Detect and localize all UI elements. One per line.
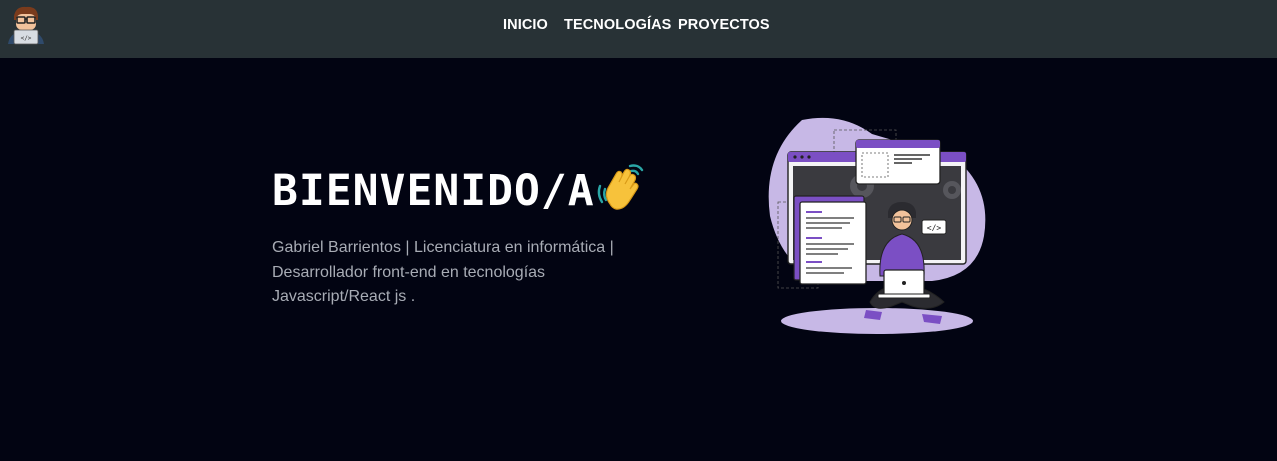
nav-link-tecnologias[interactable]: TECNOLOGÍAS (564, 17, 671, 33)
nav-link-inicio[interactable]: INICIO (503, 17, 548, 33)
hero-description: Gabriel Barrientos | Licenciatura en inf… (272, 239, 614, 305)
main-nav: INICIO TECNOLOGÍAS PROYECTOS (0, 0, 1277, 52)
developer-laptop-illustration: </> (762, 116, 992, 338)
waving-hand-icon (594, 160, 650, 216)
nav-link-proyectos[interactable]: PROYECTOS (678, 17, 770, 33)
navbar: </> INICIO TECNOLOGÍAS PROYECTOS (0, 0, 1277, 58)
hero-title: BIENVENIDO/A (272, 166, 595, 216)
svg-text:</>: </> (927, 224, 942, 233)
